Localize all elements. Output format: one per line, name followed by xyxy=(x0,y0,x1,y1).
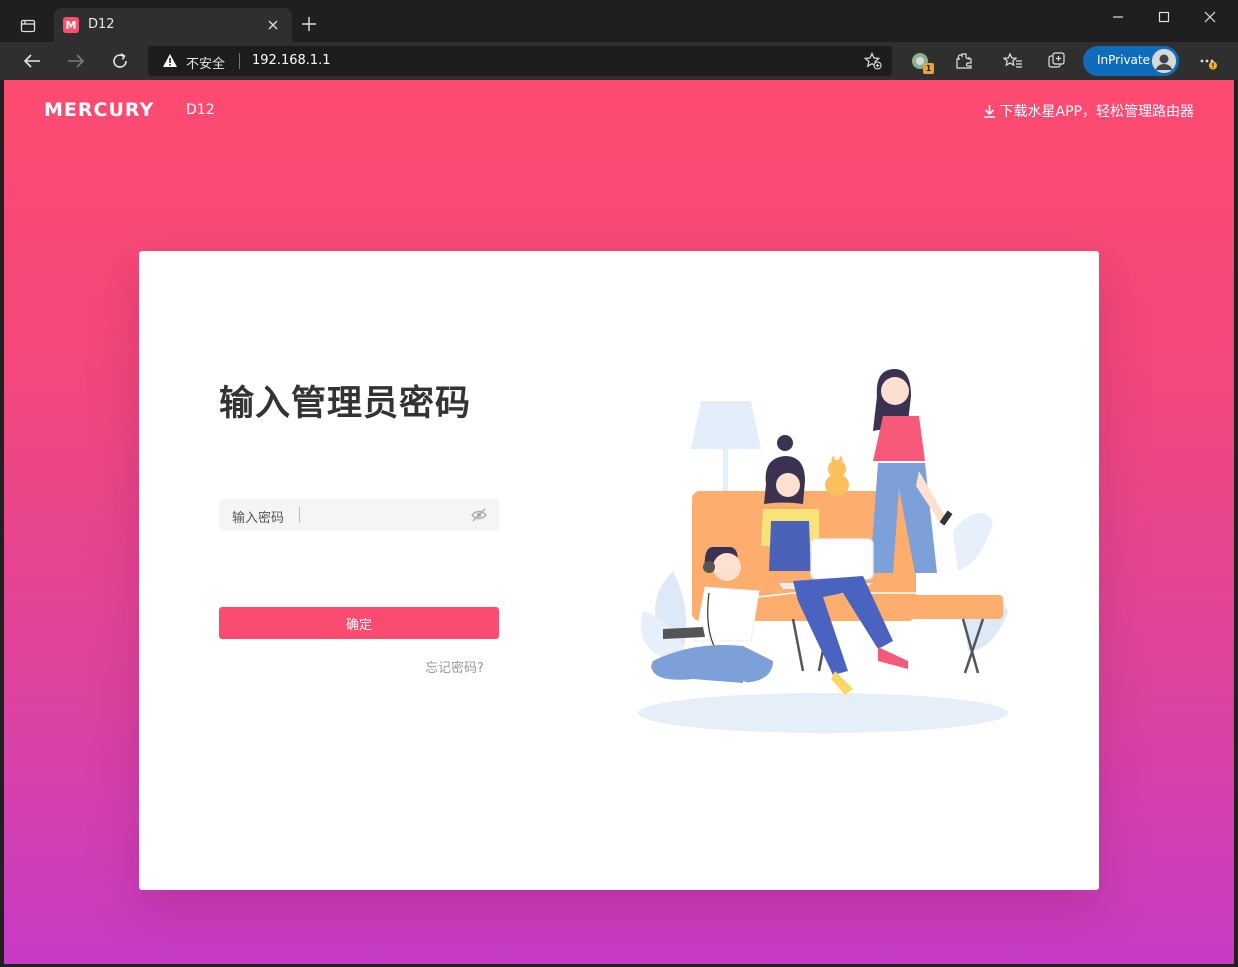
address-bar[interactable]: 不安全 192.168.1.1 xyxy=(148,46,892,76)
login-card: 输入管理员密码 输入密码 确定 忘记密码? xyxy=(139,251,1099,890)
back-icon[interactable] xyxy=(18,48,46,74)
forward-icon[interactable] xyxy=(62,48,90,74)
close-window-icon[interactable] xyxy=(1187,4,1233,30)
router-login-page: MERCURY D12 下载水星APP，轻松管理路由器 输入管理员密码 输入密码… xyxy=(4,80,1234,964)
minimize-icon[interactable] xyxy=(1095,4,1141,30)
tab-active[interactable]: M D12 xyxy=(54,8,292,42)
address-divider xyxy=(239,53,240,69)
tab-actions-icon[interactable] xyxy=(14,14,42,38)
tab-title: D12 xyxy=(88,17,115,32)
browser-toolbar: 不安全 192.168.1.1 1 InPrivate xyxy=(0,42,1238,80)
favorites-icon[interactable] xyxy=(1002,50,1024,72)
mercury-logo: MERCURY xyxy=(44,99,155,121)
maximize-icon[interactable] xyxy=(1141,4,1187,30)
tab-bar: M D12 xyxy=(0,0,1238,42)
extension-icon[interactable]: 1 xyxy=(909,50,934,74)
download-app-link[interactable]: 下载水星APP，轻松管理路由器 xyxy=(983,101,1194,121)
warning-icon[interactable] xyxy=(162,53,178,69)
model-name: D12 xyxy=(186,102,215,118)
inprivate-label: InPrivate xyxy=(1097,53,1150,67)
mercury-favicon-icon: M xyxy=(63,17,79,33)
people-on-sofa-illustration xyxy=(638,369,1008,733)
password-field[interactable]: 输入密码 xyxy=(219,499,499,531)
password-label: 输入密码 xyxy=(232,511,285,526)
confirm-button[interactable]: 确定 xyxy=(219,607,499,639)
new-tab-icon[interactable] xyxy=(298,13,320,35)
password-divider xyxy=(299,507,300,523)
refresh-icon[interactable] xyxy=(106,48,134,74)
extension-badge: 1 xyxy=(923,63,934,74)
tab-close-icon[interactable] xyxy=(264,16,282,34)
collections-icon[interactable] xyxy=(1046,50,1068,72)
browser-chrome: M D12 不安全 192.168.1.1 1 InPrivate xyxy=(0,0,1238,80)
more-options-icon[interactable] xyxy=(1197,50,1219,72)
eye-hidden-icon[interactable] xyxy=(471,508,487,522)
extensions-puzzle-icon[interactable] xyxy=(953,50,975,72)
add-favorite-icon[interactable] xyxy=(864,52,882,70)
page-title: 输入管理员密码 xyxy=(219,384,472,424)
inprivate-button[interactable]: InPrivate xyxy=(1083,46,1179,76)
download-app-text: 下载水星APP，轻松管理路由器 xyxy=(999,104,1194,120)
security-status[interactable]: 不安全 xyxy=(186,53,225,72)
download-icon xyxy=(983,105,995,118)
password-input[interactable] xyxy=(307,499,467,531)
forgot-password-link[interactable]: 忘记密码? xyxy=(425,657,484,676)
url-text[interactable]: 192.168.1.1 xyxy=(252,53,331,68)
profile-avatar-icon xyxy=(1152,49,1176,73)
